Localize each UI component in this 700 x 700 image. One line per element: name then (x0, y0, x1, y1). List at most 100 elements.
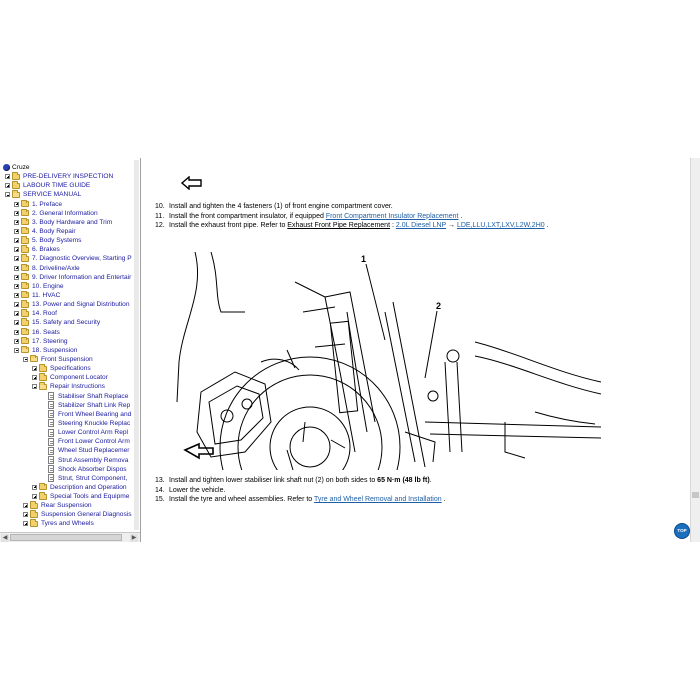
expand-icon[interactable] (5, 183, 10, 189)
step-text-end: . (544, 222, 549, 229)
tree-item[interactable]: Strut Assembly Remova (0, 456, 135, 465)
tree-item[interactable]: Component Locator (0, 373, 135, 382)
expand-icon[interactable] (14, 210, 19, 216)
expand-icon[interactable] (32, 484, 37, 490)
tree-item[interactable]: Front Lower Control Arm (0, 437, 135, 446)
tree-item[interactable]: Specifications (0, 364, 135, 373)
folder-icon (39, 364, 47, 372)
scroll-left-icon[interactable]: ◀ (1, 534, 9, 542)
tree-item[interactable]: Front Wheel Bearing and (0, 410, 135, 419)
tree-item[interactable]: SERVICE MANUAL (0, 190, 135, 199)
expand-icon[interactable] (14, 219, 19, 225)
tree-item[interactable]: 16. Seats (0, 327, 135, 337)
step-text: Install the tyre and wheel assemblies. R… (169, 496, 315, 503)
expand-icon[interactable] (14, 292, 19, 298)
tree-item[interactable]: Rear Suspension (0, 501, 135, 510)
tree-item-label: 1. Preface (32, 200, 63, 208)
tree-item[interactable]: Steering Knuckle Replac (0, 419, 135, 428)
book-icon (3, 164, 10, 171)
expand-icon[interactable] (14, 329, 19, 335)
tree-item-label: Specifications (50, 365, 91, 373)
content-vertical-scrollbar[interactable] (690, 158, 700, 542)
expand-icon[interactable] (14, 201, 19, 207)
tree-item[interactable]: 7. Diagnostic Overview, Starting P (0, 254, 135, 263)
expand-icon[interactable] (14, 338, 19, 344)
folder-icon (12, 181, 20, 189)
tree-item[interactable]: Description and Operation (0, 482, 135, 492)
horizontal-scroll-thumb[interactable] (10, 534, 122, 541)
back-arrow-icon[interactable] (181, 176, 203, 190)
document-icon (48, 419, 54, 428)
tree-item[interactable]: PRE-DELIVERY INSPECTION (0, 172, 135, 181)
folder-open-icon (30, 354, 38, 363)
step-text-end: . (441, 496, 446, 503)
tree-item[interactable]: 8. Driveline/Axle (0, 263, 135, 273)
diesel-lnp-link[interactable]: 2.0L Diesel LNP (396, 222, 446, 229)
tree-item[interactable]: Strut, Strut Component, (0, 474, 135, 483)
tree-item-label: Lower Control Arm Repl (58, 429, 128, 437)
tree-horizontal-scrollbar[interactable]: ◀ ▶ (0, 532, 140, 542)
folder-icon (21, 318, 29, 326)
tree-item[interactable]: 2. General Information (0, 208, 135, 218)
tree-item[interactable]: LABOUR TIME GUIDE (0, 181, 135, 190)
tree-item-label: Stabilizer Shaft Link Rep (58, 401, 131, 409)
expand-icon[interactable] (32, 366, 37, 372)
content-scroll-thumb[interactable] (692, 492, 699, 498)
expand-icon[interactable] (23, 503, 28, 509)
tree-item[interactable]: Cruze (0, 163, 135, 172)
tree-item[interactable]: Special Tools and Equipme (0, 492, 135, 501)
tree-item[interactable]: 3. Body Hardware and Trim (0, 217, 135, 227)
tree-item[interactable]: Front Suspension (0, 354, 135, 364)
tree-item[interactable]: 1. Preface (0, 199, 135, 209)
scroll-right-icon[interactable]: ▶ (130, 534, 138, 542)
front-compartment-insulator-link[interactable]: Front Compartment Insulator Replacement (326, 213, 459, 220)
tree-item[interactable]: 18. Suspension (0, 345, 135, 355)
tree-item[interactable]: Wheel Stud Replacemer (0, 446, 135, 455)
expand-icon[interactable] (14, 228, 19, 234)
back-to-top-button[interactable]: TOP (675, 524, 689, 538)
manual-viewer: Cruze PRE-DELIVERY INSPECTION LABOUR TIME … (0, 158, 700, 542)
tree-item[interactable]: 15. Safety and Security (0, 318, 135, 327)
expand-icon[interactable] (14, 265, 19, 271)
expand-icon[interactable] (32, 375, 37, 381)
tree-item[interactable]: 10. Engine (0, 281, 135, 291)
tree-item[interactable]: Tyres and Wheels (0, 519, 135, 528)
tree-item-label: 16. Seats (32, 328, 60, 336)
tree-item[interactable]: 11. HVAC (0, 290, 135, 300)
collapse-icon[interactable] (14, 347, 19, 353)
tree-item[interactable]: 17. Steering (0, 336, 135, 346)
expand-icon[interactable] (14, 256, 19, 262)
tree-item[interactable]: Stabiliser Shaft Replace (0, 392, 135, 401)
engine-codes-link[interactable]: LDE,LLU,LXT,LXV,L2W,2H0 (457, 222, 545, 229)
expand-icon[interactable] (14, 247, 19, 253)
navigation-tree[interactable]: Cruze PRE-DELIVERY INSPECTION LABOUR TIME … (0, 158, 141, 542)
tree-item[interactable]: Shock Absorber Dispos (0, 465, 135, 474)
expand-icon[interactable] (14, 283, 19, 289)
tree-item[interactable]: 5. Body Systems (0, 236, 135, 245)
tyre-wheel-removal-link[interactable]: Tyre and Wheel Removal and Installation (314, 496, 442, 503)
document-icon (48, 410, 54, 419)
expand-icon[interactable] (14, 274, 19, 280)
expand-icon[interactable] (14, 238, 19, 244)
tree-item[interactable]: 6. Brakes (0, 245, 135, 254)
tree-item[interactable]: 4. Body Repair (0, 226, 135, 236)
collapse-icon[interactable] (23, 356, 28, 362)
tree-item[interactable]: Repair Instructions (0, 382, 135, 391)
tree-item[interactable]: 13. Power and Signal Distribution (0, 300, 135, 309)
collapse-icon[interactable] (5, 192, 10, 198)
tree-item[interactable]: 9. Driver Information and Entertair (0, 272, 135, 282)
tree-item[interactable]: 14. Roof (0, 309, 135, 318)
tree-item[interactable]: Stabilizer Shaft Link Rep (0, 401, 135, 410)
expand-icon[interactable] (14, 311, 19, 317)
collapse-icon[interactable] (32, 384, 37, 390)
expand-icon[interactable] (5, 174, 10, 180)
expand-icon[interactable] (23, 512, 28, 518)
tree-item[interactable]: Lower Control Arm Repl (0, 428, 135, 437)
tree-item[interactable]: Suspension General Diagnosis (0, 510, 135, 519)
expand-icon[interactable] (14, 320, 19, 326)
expand-icon[interactable] (23, 521, 28, 527)
expand-icon[interactable] (14, 302, 19, 308)
expand-icon[interactable] (32, 494, 37, 500)
tree-vertical-scrollbar[interactable] (134, 160, 139, 530)
tree-item-label: 17. Steering (32, 337, 68, 345)
